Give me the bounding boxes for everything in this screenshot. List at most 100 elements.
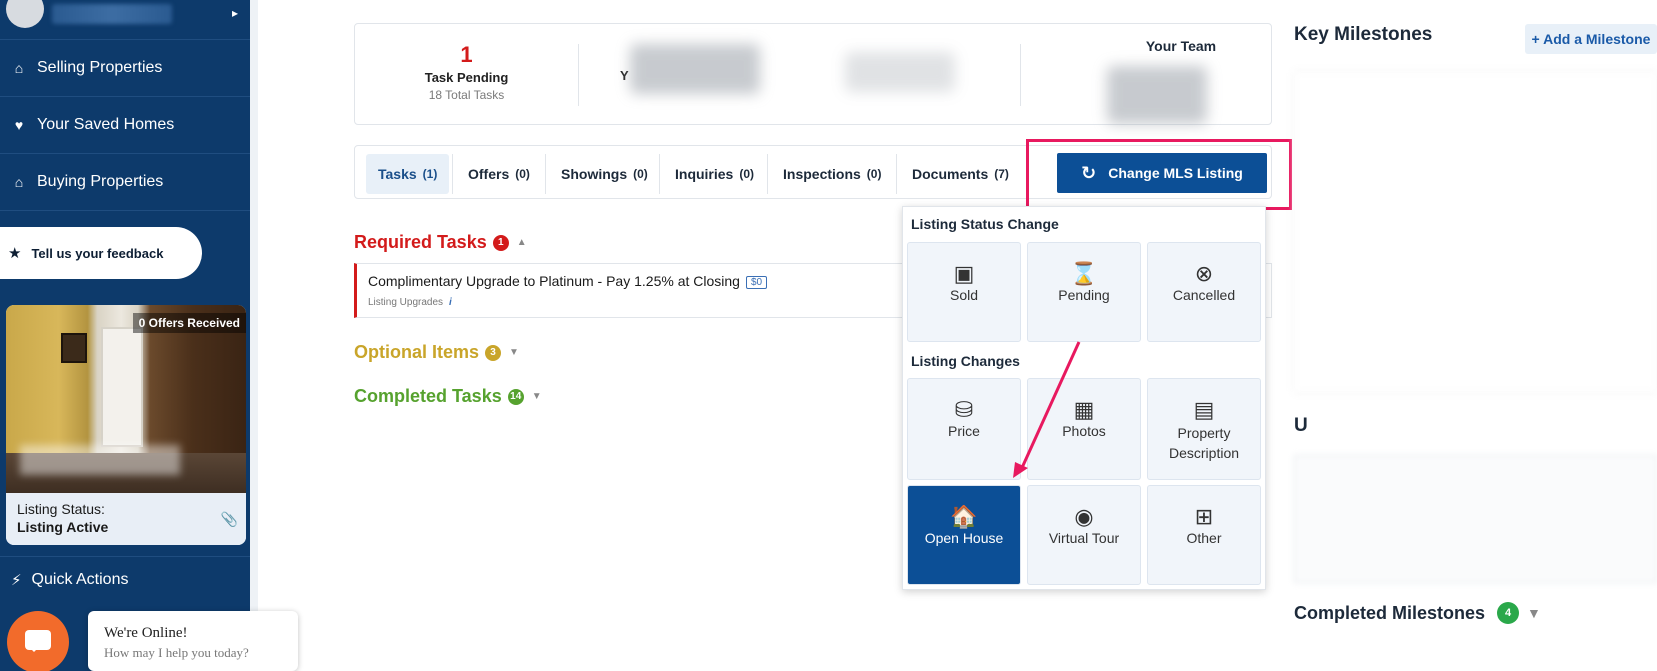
milestone-calendar-redacted	[1294, 72, 1657, 392]
stats-panel: 1 Task Pending 18 Total Tasks Y Your Tea…	[354, 23, 1272, 125]
tab-count: (0)	[866, 167, 882, 181]
quick-actions-label: Quick Actions	[31, 570, 129, 588]
chat-title: We're Online!	[104, 625, 188, 641]
chevron-right-icon[interactable]: ▸	[232, 6, 238, 20]
picture-frame	[61, 333, 87, 363]
option-label: Photos	[1062, 423, 1106, 439]
required-tasks-header[interactable]: Required Tasks 1 ▲	[354, 232, 527, 253]
menu-option-photos[interactable]: ▦ Photos	[1027, 378, 1141, 480]
task-title-line: Complimentary Upgrade to Platinum - Pay …	[368, 273, 768, 289]
lightning-icon: ⚡	[11, 571, 22, 589]
sidebar-divider	[250, 0, 258, 671]
hourglass-sign-icon: ⌛	[1070, 261, 1098, 286]
count-badge: 1	[492, 234, 509, 251]
stat-partial-label: Y	[620, 68, 629, 83]
listing-photo[interactable]: 0 Offers Received	[6, 305, 246, 493]
caret-down-icon[interactable]: ▼	[1527, 605, 1541, 621]
cancelled-sign-icon: ⊗	[1194, 261, 1214, 286]
your-team-label: Your Team	[1145, 38, 1217, 54]
completed-milestones-header[interactable]: Completed Milestones 4 ▼	[1294, 602, 1541, 624]
divider	[545, 154, 546, 194]
sidebar-item-label: Buying Properties	[37, 173, 164, 190]
info-icon[interactable]: i	[449, 297, 452, 308]
caret-down-icon[interactable]: ▼	[509, 347, 519, 358]
menu-option-price[interactable]: ⛁ Price	[907, 378, 1021, 480]
menu-option-pending[interactable]: ⌛ Pending	[1027, 242, 1141, 342]
menu-option-cancelled[interactable]: ⊗ Cancelled	[1147, 242, 1261, 342]
task-subtitle-line: Listing Upgrades i	[368, 297, 452, 308]
menu-option-open-house[interactable]: 🏠 Open House	[907, 485, 1021, 585]
paperclip-icon[interactable]: 📎	[221, 511, 238, 528]
heart-icon: ♥	[14, 117, 24, 133]
chat-prompt[interactable]: We're Online! How may I help you today?	[88, 611, 298, 671]
listing-card[interactable]: 0 Offers Received Listing Status: Listin…	[6, 305, 246, 545]
listing-status-label: Listing Status:	[17, 501, 105, 517]
divider	[452, 154, 453, 194]
tab-count: (1)	[422, 167, 438, 181]
tab-offers[interactable]: Offers (0)	[456, 154, 542, 194]
caret-up-icon[interactable]: ▲	[517, 237, 527, 248]
photo-icon: ▦	[1073, 397, 1095, 422]
home-icon: ⌂	[14, 60, 24, 76]
sidebar-item-buying-properties[interactable]: ⌂ Buying Properties	[0, 154, 250, 211]
menu-option-property-description[interactable]: ▤ Property Description	[1147, 378, 1261, 480]
calendar-house-icon: 🏠	[950, 504, 978, 529]
menu-option-sold[interactable]: ▣ Sold	[907, 242, 1021, 342]
menu-option-virtual-tour[interactable]: ◉ Virtual Tour	[1027, 485, 1141, 585]
add-milestone-button[interactable]: + Add a Milestone	[1525, 24, 1657, 54]
redacted-stat	[845, 52, 955, 92]
option-label: Other	[1186, 530, 1222, 546]
option-label: Sold	[949, 287, 979, 303]
tab-tasks[interactable]: Tasks (1)	[366, 154, 450, 194]
tab-documents[interactable]: Documents (7)	[900, 154, 1021, 194]
option-label: Cancelled	[1172, 287, 1236, 303]
tab-label: Showings	[561, 166, 628, 182]
tab-label: Documents	[912, 166, 989, 182]
divider	[659, 154, 660, 194]
tab-inspections[interactable]: Inspections (0)	[771, 154, 893, 194]
task-pending-stat[interactable]: 1 Task Pending 18 Total Tasks	[355, 42, 578, 102]
option-label: Pending	[1058, 287, 1110, 303]
sidebar-item-label: Your Saved Homes	[37, 116, 175, 133]
total-tasks: 18 Total Tasks	[428, 88, 505, 102]
divider	[1020, 44, 1021, 106]
quick-actions[interactable]: ⚡ Quick Actions	[0, 556, 250, 602]
tab-inquiries[interactable]: Inquiries (0)	[663, 154, 766, 194]
user-menu[interactable]: ▸	[0, 0, 250, 40]
upcoming-milestones-redacted	[1294, 455, 1657, 583]
user-name-redacted	[52, 4, 172, 24]
completed-tasks-header[interactable]: Completed Tasks 14 ▼	[354, 386, 542, 407]
tab-count: (0)	[739, 167, 755, 181]
sidebar-item-saved-homes[interactable]: ♥ Your Saved Homes	[0, 97, 250, 154]
price-tag: $0	[745, 276, 768, 289]
virtual-tour-icon: ◉	[1074, 504, 1094, 529]
door	[101, 327, 143, 447]
section-title: Required Tasks	[354, 232, 487, 252]
key-milestones-title: Key Milestones	[1294, 24, 1433, 45]
star-icon: ★	[8, 245, 22, 262]
home-icon: ⌂	[14, 174, 24, 190]
optional-items-header[interactable]: Optional Items 3 ▼	[354, 342, 519, 363]
listing-status-value: Listing Active	[17, 519, 109, 535]
menu-option-other[interactable]: ⊞ Other	[1147, 485, 1261, 585]
section-title: Completed Milestones	[1294, 602, 1486, 623]
chat-button[interactable]	[7, 611, 69, 671]
section-title: Completed Tasks	[354, 386, 502, 406]
avatar[interactable]	[6, 0, 44, 28]
sidebar-item-selling-properties[interactable]: ⌂ Selling Properties	[0, 40, 250, 97]
tab-showings[interactable]: Showings (0)	[549, 154, 660, 194]
address-redacted	[20, 445, 180, 475]
menu-heading: Listing Status Change	[911, 216, 1059, 232]
caret-down-icon[interactable]: ▼	[532, 391, 542, 402]
divider	[578, 44, 579, 106]
tab-count: (0)	[633, 167, 648, 181]
option-label: Virtual Tour	[1048, 530, 1120, 546]
redacted-stat	[630, 44, 760, 94]
feedback-button[interactable]: ★ Tell us your feedback	[0, 227, 202, 279]
task-pending-count: 1	[460, 42, 473, 67]
highlight-annotation	[1026, 139, 1292, 210]
sidebar: ▸ ⌂ Selling Properties ♥ Your Saved Home…	[0, 0, 250, 671]
count-badge: 3	[485, 344, 502, 361]
task-title: Complimentary Upgrade to Platinum - Pay …	[368, 273, 740, 289]
divider	[896, 154, 897, 194]
